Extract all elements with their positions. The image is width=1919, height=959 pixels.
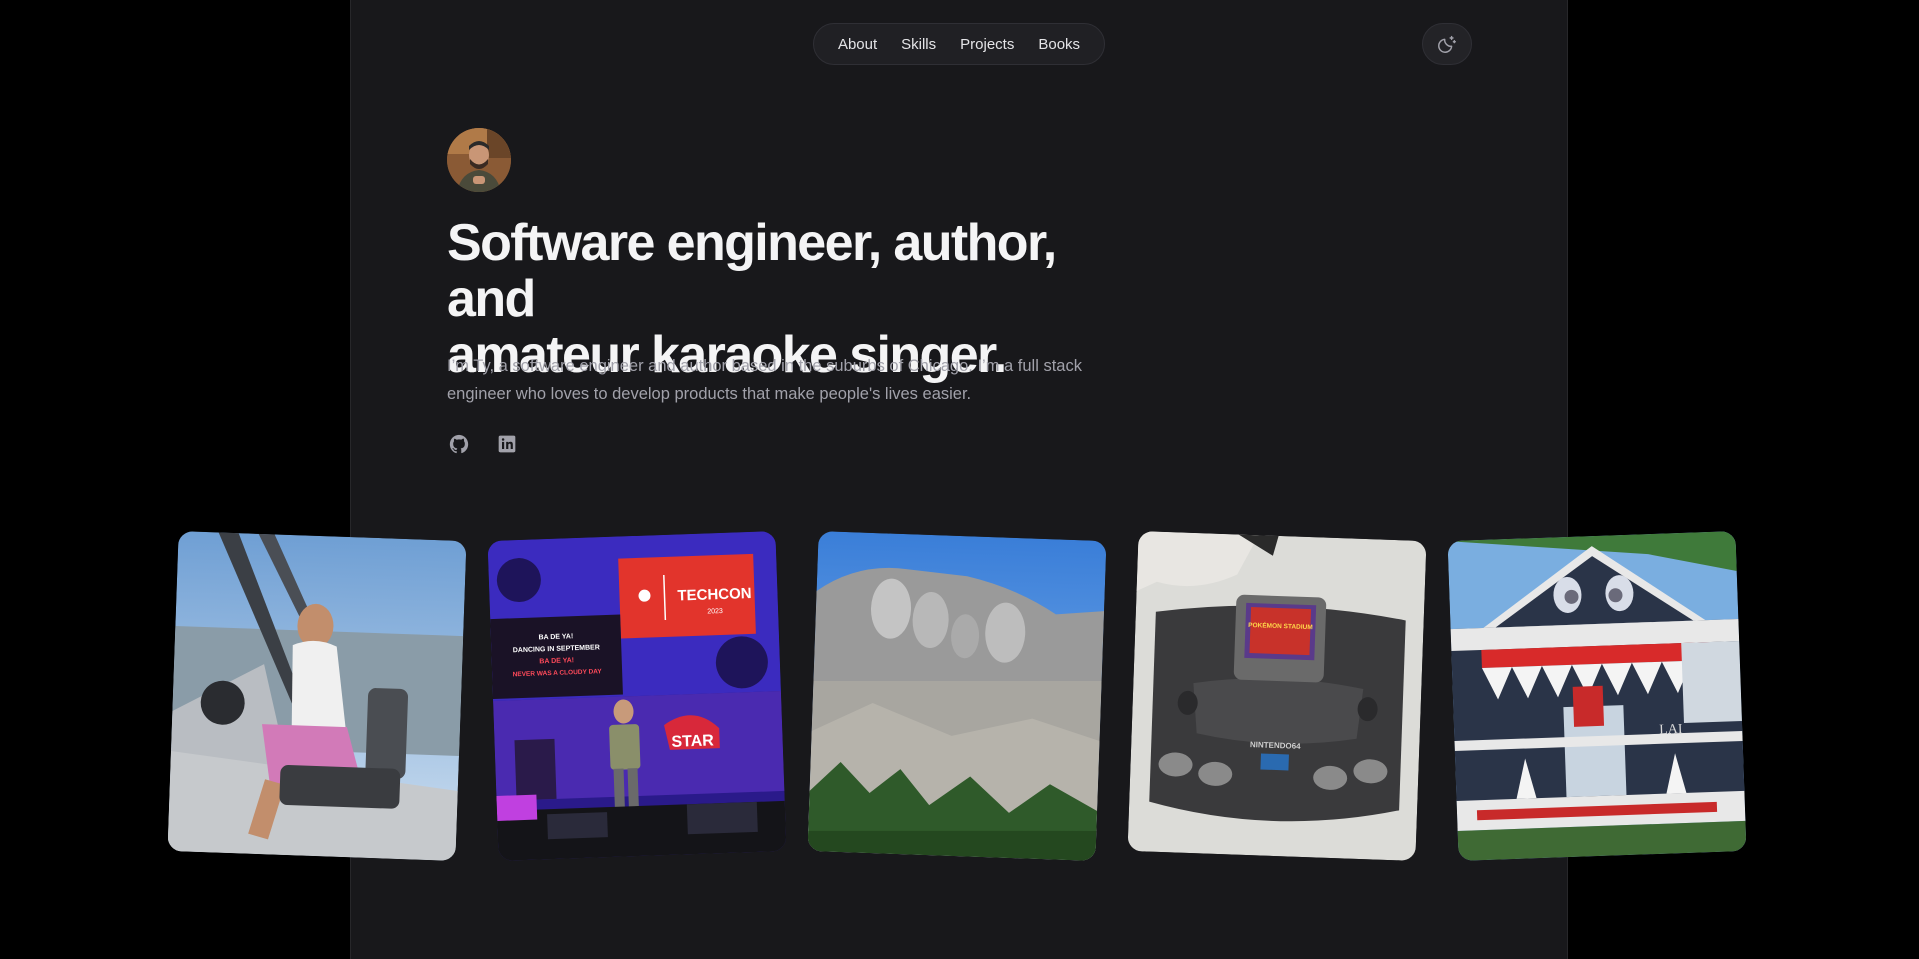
- photo-nintendo-64: POKÉMON STADIUM NINTENDO64: [1127, 531, 1427, 861]
- github-icon: [449, 434, 469, 454]
- photo-mount-rushmore: [807, 531, 1107, 861]
- nav-books[interactable]: Books: [1038, 36, 1080, 53]
- stage-banner-year: 2023: [707, 608, 723, 616]
- nav-about[interactable]: About: [838, 36, 877, 53]
- console-label: NINTENDO64: [1250, 740, 1302, 751]
- photo-karaoke-stage: TECHCON 2023 BA DE YA! DANCING IN SEPTEM…: [487, 531, 787, 861]
- nav-projects[interactable]: Projects: [960, 36, 1014, 53]
- top-nav: About Skills Projects Books: [813, 23, 1105, 65]
- headline-line-1: Software engineer, author, and: [447, 214, 1057, 328]
- github-link[interactable]: [447, 432, 471, 456]
- stage-banner-title: TECHCON: [677, 585, 752, 605]
- social-links: [447, 432, 519, 456]
- photo-decorated-house: LAI: [1447, 531, 1747, 861]
- lyric-line-1: BA DE YA!: [538, 633, 573, 641]
- stage-sign: STAR: [671, 732, 714, 750]
- nav-skills[interactable]: Skills: [901, 36, 936, 53]
- linkedin-icon: [498, 435, 516, 453]
- lyric-line-3: BA DE YA!: [539, 657, 574, 665]
- avatar: [447, 128, 511, 192]
- linkedin-link[interactable]: [495, 432, 519, 456]
- theme-toggle-button[interactable]: [1422, 23, 1472, 65]
- photo-boat: [167, 531, 467, 861]
- intro-text: I’m Ty, a software engineer and author b…: [447, 357, 1082, 403]
- moon-icon: [1438, 35, 1456, 53]
